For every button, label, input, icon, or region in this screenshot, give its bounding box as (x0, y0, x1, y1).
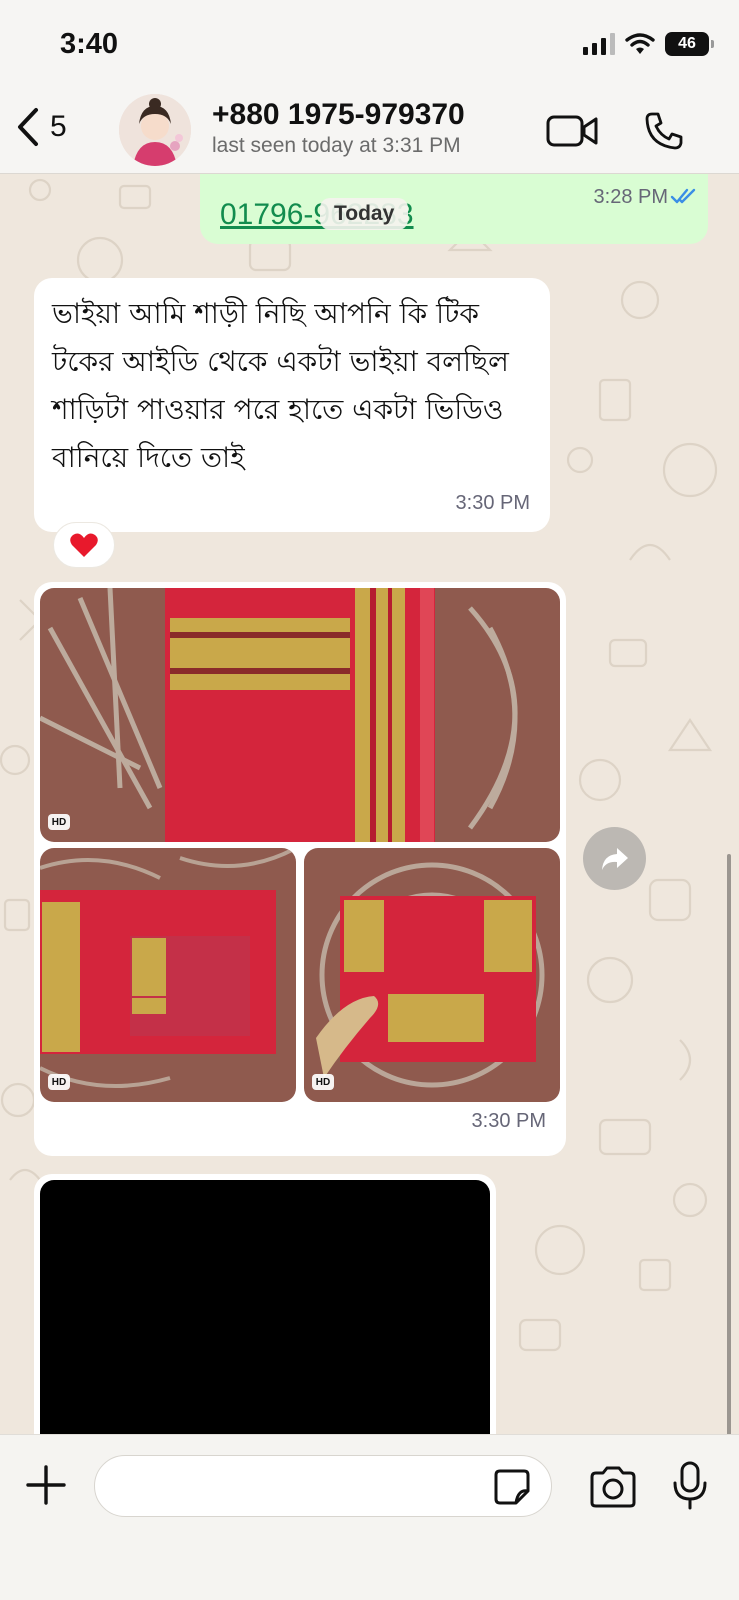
cellular-signal-icon (583, 33, 615, 55)
outgoing-message-bubble[interactable]: 01796-962283 3:28 PM (200, 174, 708, 244)
microphone-icon[interactable] (670, 1461, 710, 1511)
contact-avatar[interactable] (119, 94, 191, 166)
message-input[interactable] (94, 1455, 552, 1517)
heart-reaction[interactable] (53, 522, 115, 568)
album-photo-2[interactable]: HD (40, 848, 296, 1102)
status-time: 3:40 (60, 28, 119, 60)
wifi-icon (625, 33, 655, 54)
message-time: 3:30 PM (455, 492, 530, 514)
message-time: 3:30 PM (471, 1110, 546, 1132)
image-album-bubble[interactable]: HD HD HD 3:30 PM (34, 582, 566, 1156)
video-camera-icon (546, 115, 598, 147)
forward-button[interactable] (583, 827, 646, 890)
battery-icon: 46 (665, 32, 714, 56)
album-photo-3[interactable]: HD (304, 848, 560, 1102)
video-message-bubble[interactable] (34, 1174, 496, 1434)
message-time: 3:28 PM (593, 186, 668, 208)
album-photo-1[interactable]: HD (40, 588, 560, 842)
hd-badge: HD (48, 814, 70, 830)
double-check-read-icon (670, 188, 696, 204)
phone-icon (645, 112, 683, 150)
sticker-icon[interactable] (492, 1467, 532, 1507)
saree-photo (40, 848, 296, 1102)
heart-icon (70, 533, 98, 557)
back-button[interactable]: 5 (14, 104, 67, 150)
voice-call-button[interactable] (636, 106, 692, 156)
chat-header: 5 +880 1975-979370 last seen today at 3:… (0, 92, 739, 174)
scrollbar[interactable] (727, 854, 731, 1434)
attach-plus-icon[interactable] (24, 1463, 68, 1507)
unread-count: 5 (50, 110, 67, 143)
status-bar: 3:40 46 (0, 0, 739, 92)
date-separator: Today (320, 198, 409, 230)
last-seen-status: last seen today at 3:31 PM (212, 134, 461, 157)
saree-photo (40, 588, 560, 842)
hd-badge: HD (48, 1074, 70, 1090)
forward-arrow-icon (601, 847, 628, 870)
message-list[interactable]: 01796-962283 3:28 PM Today ভাইয়া আমি শা… (0, 174, 739, 1434)
saree-photo (304, 848, 560, 1102)
video-thumbnail[interactable] (40, 1180, 490, 1434)
message-composer (0, 1434, 739, 1600)
incoming-message-bubble[interactable]: ভাইয়া আমি শাড়ী নিছি আপনি কি টিক টকের আ… (34, 278, 550, 532)
message-text: ভাইয়া আমি শাড়ী নিছি আপনি কি টিক টকের আ… (52, 297, 509, 474)
avatar-image (119, 94, 191, 166)
video-call-button[interactable] (544, 106, 600, 156)
hd-badge: HD (312, 1074, 334, 1090)
contact-name[interactable]: +880 1975-979370 (212, 98, 465, 132)
chevron-left-icon (18, 108, 38, 146)
status-icons: 46 (583, 32, 714, 56)
camera-icon[interactable] (588, 1465, 638, 1509)
